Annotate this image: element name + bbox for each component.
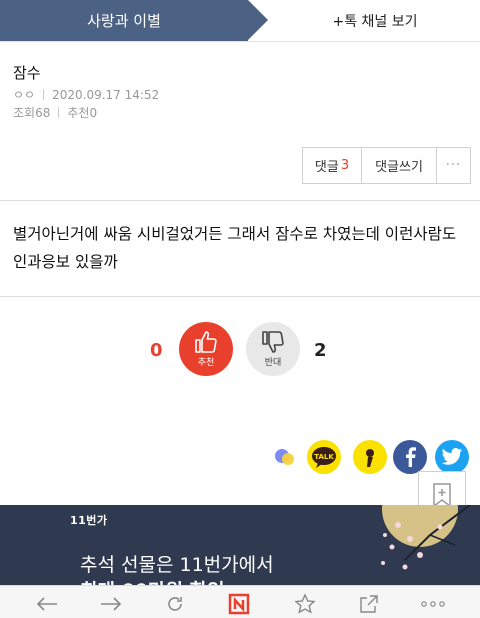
star-icon	[294, 593, 316, 614]
post-action-buttons: 댓글 3 댓글쓰기 ···	[302, 147, 471, 184]
downvote-label: 반대	[264, 358, 282, 368]
views-count: 68	[35, 105, 51, 120]
comments-label: 댓글	[314, 160, 339, 175]
post-meta: ㅇㅇ 2020.09.17 14:52	[13, 86, 159, 103]
kakaostory-icon	[366, 449, 374, 467]
share-button[interactable]	[351, 592, 387, 616]
write-comment-button[interactable]: 댓글쓰기	[361, 148, 436, 183]
facebook-icon	[406, 447, 416, 467]
post-date: 2020.09.17 14:52	[52, 87, 160, 102]
channel-tab-arrow	[248, 0, 268, 40]
divider	[58, 107, 60, 118]
favorite-button[interactable]	[287, 592, 323, 616]
more-options-button[interactable]: ···	[436, 148, 470, 183]
divider	[0, 296, 480, 297]
downvote-button[interactable]: 반대	[246, 322, 300, 376]
comments-count: 3	[340, 158, 350, 173]
kakao-dots-icon	[275, 449, 294, 465]
naver-n-icon	[228, 593, 250, 615]
more-dots-icon	[421, 601, 445, 607]
share-icon	[360, 595, 378, 613]
thumbs-down-icon	[262, 331, 284, 353]
write-comment-label: 댓글쓰기	[375, 160, 423, 175]
share-kakaotalk-button[interactable]: TALK	[307, 440, 341, 474]
ad-logo: 11번가	[70, 514, 108, 527]
back-button[interactable]	[29, 592, 65, 616]
share-kakaostory-button[interactable]	[353, 440, 387, 474]
post-title: 잠수	[13, 64, 41, 82]
upvote-count: 0	[150, 340, 163, 361]
recommend-count: 0	[89, 105, 98, 120]
forward-button[interactable]	[93, 592, 129, 616]
forward-arrow-icon	[101, 597, 122, 611]
channel-tab[interactable]: 사랑과 이별	[0, 0, 248, 41]
more-dots-icon: ···	[445, 158, 462, 173]
twitter-icon	[441, 448, 463, 465]
channel-tab-label: 사랑과 이별	[87, 12, 161, 30]
naver-home-button[interactable]	[221, 592, 257, 616]
share-kakao-id-button[interactable]	[268, 440, 302, 474]
reload-button[interactable]	[157, 592, 193, 616]
divider	[43, 89, 45, 100]
ad-headline: 추석 선물은 11번가에서	[80, 554, 274, 576]
more-channels-label: +톡 채널 보기	[332, 13, 418, 30]
more-channels-link[interactable]: +톡 채널 보기	[290, 0, 460, 41]
post-content: 별거아닌거에 싸움 시비걸었거든 그래서 잠수로 차였는데 이런사람도 인과응보…	[13, 225, 457, 271]
svg-text:TALK: TALK	[314, 453, 334, 461]
thumbs-up-icon	[195, 331, 217, 353]
divider	[0, 200, 480, 201]
share-twitter-button[interactable]	[435, 440, 469, 474]
reload-icon	[168, 597, 182, 611]
post-stats: 조회 68 추천 0	[13, 104, 97, 121]
downvote-count: 2	[314, 340, 327, 361]
kakaotalk-icon: TALK	[312, 447, 336, 468]
back-arrow-icon	[36, 597, 57, 611]
upvote-label: 추천	[197, 358, 215, 368]
share-facebook-button[interactable]	[393, 440, 427, 474]
views-label: 조회	[13, 106, 36, 120]
comments-button[interactable]: 댓글 3	[303, 148, 361, 183]
upvote-button[interactable]: 추천	[179, 322, 233, 376]
menu-more-button[interactable]	[415, 592, 451, 616]
author-name: ㅇㅇ	[13, 88, 36, 102]
recommend-label: 추천	[67, 106, 90, 120]
